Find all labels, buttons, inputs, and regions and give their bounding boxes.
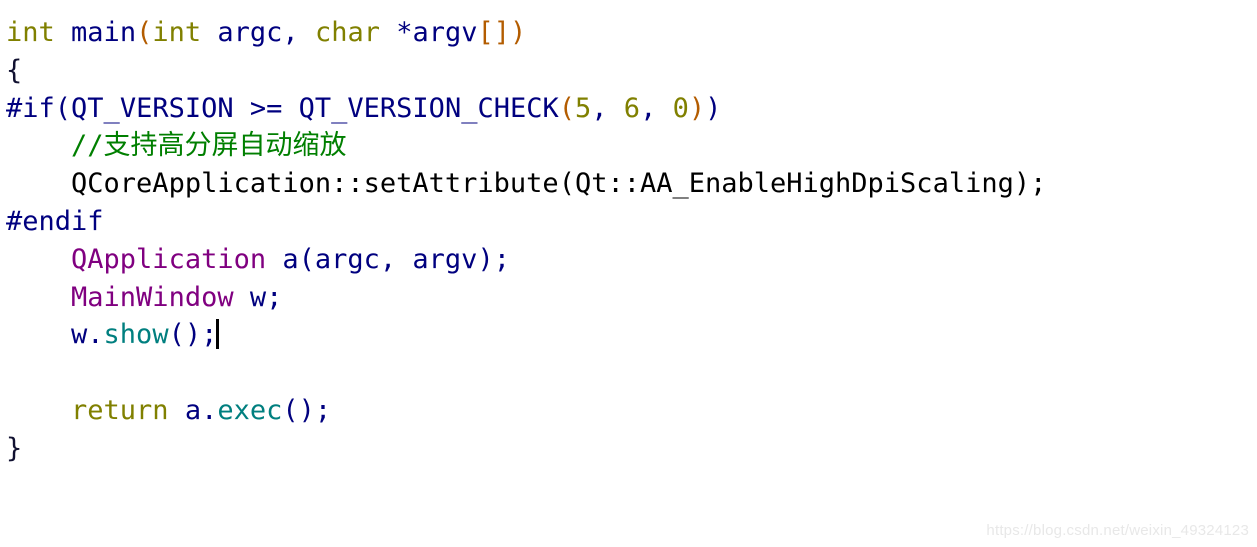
code-line[interactable]: ​ [6,354,1046,392]
code-token: a(argc, argv); [282,243,510,275]
code-token: show [103,319,169,351]
code-line[interactable]: #endif [6,203,1046,241]
code-text-area[interactable]: int main(int argc, char *argv[]){#if(QT_… [6,14,1046,468]
code-token: ( [54,92,72,124]
code-token: QCoreApplication::setAttribute(Qt::AA_En… [71,168,1047,200]
code-token: a. [184,394,218,426]
watermark-text: https://blog.csdn.net/weixin_49324123 [986,522,1249,539]
code-token: exec [217,394,283,426]
code-token: ) [688,92,706,124]
code-token: } [6,432,23,464]
code-line[interactable]: int main(int argc, char *argv[]) [6,14,1046,52]
code-token: main [71,17,137,48]
code-token: , [591,92,608,124]
code-token: ) [510,17,527,48]
code-token: QApplication [71,243,267,275]
code-token: 5 [575,92,592,124]
code-token: #if [6,92,55,124]
code-token: int [152,17,202,48]
code-line[interactable]: QApplication a(argc, argv); [6,241,1046,279]
code-token: int [6,17,55,48]
code-token: #endif [6,205,104,237]
code-token: char [314,17,380,48]
code-editor-canvas[interactable]: int main(int argc, char *argv[]){#if(QT_… [0,0,1257,547]
code-line[interactable]: #if(QT_VERSION >= QT_VERSION_CHECK(5, 6,… [6,90,1046,128]
code-line[interactable]: w.show(); [6,316,1046,354]
code-line[interactable]: //支持高分屏自动缩放 [6,127,1046,165]
code-token: w. [71,319,104,351]
code-token: [] [477,17,511,48]
code-token: 0 [672,92,689,124]
code-token: 6 [623,92,641,124]
code-token: ( [558,92,575,124]
text-cursor [216,319,220,350]
code-token: QT_VERSION_CHECK [298,92,559,124]
code-token: ( [136,17,153,48]
code-token: *argv [396,17,478,48]
code-token: { [6,54,23,86]
code-token: , [282,17,299,48]
code-token: , [640,92,657,124]
code-token: w; [249,281,283,313]
code-line[interactable]: MainWindow w; [6,279,1046,317]
code-token: argc [217,17,283,48]
code-token: >= [233,92,299,124]
code-line[interactable]: { [6,52,1046,90]
code-token: (); [168,319,218,351]
code-line[interactable]: return a.exec(); [6,392,1046,430]
code-token: //支持高分屏自动缩放 [71,130,347,162]
code-token: (); [282,394,332,426]
code-token: ) [705,92,722,124]
code-token: QT_VERSION [71,92,234,124]
code-line[interactable]: QCoreApplication::setAttribute(Qt::AA_En… [6,165,1046,203]
code-token: return [71,394,169,426]
code-line[interactable]: } [6,430,1046,468]
code-token: MainWindow [71,281,234,313]
